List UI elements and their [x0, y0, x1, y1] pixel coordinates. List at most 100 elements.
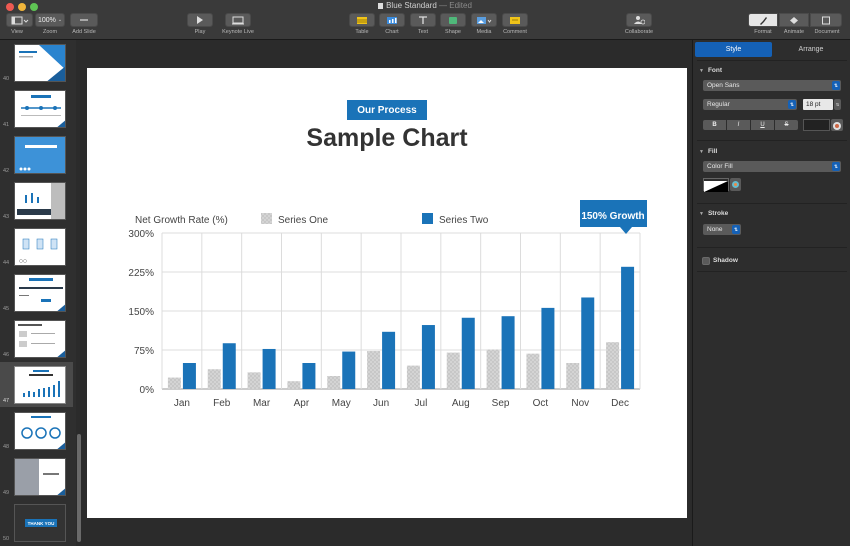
- bar-series-one[interactable]: [486, 349, 500, 389]
- zoom-select[interactable]: 100% ⌄: [35, 13, 65, 27]
- bar-series-two[interactable]: [222, 343, 236, 389]
- thumbnail-preview: [19, 45, 65, 81]
- tab-style[interactable]: Style: [695, 42, 772, 57]
- tab-arrange[interactable]: Arrange: [773, 42, 849, 57]
- add-slide-button[interactable]: [70, 13, 98, 27]
- slide-thumbnail[interactable]: [14, 182, 66, 220]
- table-icon: [357, 16, 367, 24]
- keynote-live-button[interactable]: [225, 13, 251, 27]
- play-button[interactable]: [187, 13, 213, 27]
- slide[interactable]: Our Process Sample Chart Jan Feb Mar Apr May…: [87, 68, 687, 518]
- divider: [697, 203, 847, 204]
- slide-thumbnail[interactable]: THANK YOU: [14, 504, 66, 542]
- font-style-select[interactable]: Regular ⇅: [703, 99, 797, 110]
- chart[interactable]: Jan Feb Mar Apr May Jun Jul Aug Sep Oct Nov Dec 300…: [87, 68, 687, 518]
- media-label: Media: [476, 29, 492, 35]
- toolbar: Blue Standard — Edited View 100% ⌄ Zoom …: [0, 0, 850, 40]
- fill-color-swatch[interactable]: [703, 178, 729, 192]
- document-button[interactable]: [810, 13, 842, 27]
- slide-thumbnail[interactable]: [14, 458, 66, 496]
- popup-arrows-icon: ⇅: [832, 81, 840, 90]
- format-button[interactable]: [748, 13, 778, 27]
- view-icon: [11, 16, 28, 24]
- format-label: Format: [754, 29, 772, 35]
- slide-number: 44: [3, 260, 10, 266]
- italic-button[interactable]: I: [727, 120, 750, 130]
- view-button[interactable]: [6, 13, 33, 27]
- bar-series-one[interactable]: [406, 365, 420, 389]
- stroke-section-heading[interactable]: ▼ Stroke: [699, 210, 728, 217]
- thumbnail-preview: [17, 183, 65, 219]
- slide-thumbnail[interactable]: [14, 412, 66, 450]
- bar-series-one[interactable]: [207, 369, 221, 389]
- bar-series-one[interactable]: [606, 342, 620, 389]
- bar-series-two[interactable]: [581, 297, 595, 389]
- bar-series-two[interactable]: [501, 316, 515, 389]
- fill-color-wheel-button[interactable]: [730, 178, 741, 191]
- bar-series-two[interactable]: [621, 266, 635, 389]
- slide-thumbnail[interactable]: [14, 90, 66, 128]
- x-tick-label: May: [332, 398, 351, 409]
- slide-thumbnail[interactable]: [14, 44, 66, 82]
- text-button[interactable]: [410, 13, 436, 27]
- thumbnail-preview: [15, 459, 65, 495]
- font-family-select[interactable]: Open Sans ⇅: [703, 80, 841, 91]
- y-tick-label: 150%: [128, 307, 154, 318]
- bar-series-one[interactable]: [566, 363, 580, 389]
- slide-thumbnail[interactable]: [14, 228, 66, 266]
- divider: [697, 140, 847, 141]
- comment-button[interactable]: [502, 13, 528, 27]
- bar-series-two[interactable]: [262, 348, 276, 389]
- bar-series-two[interactable]: [302, 363, 316, 389]
- document-icon: [378, 3, 384, 9]
- chart-button[interactable]: [379, 13, 405, 27]
- text-icon: [419, 15, 427, 24]
- table-button[interactable]: [349, 13, 375, 27]
- font-section-heading[interactable]: ▼ Font: [699, 67, 722, 74]
- bar-series-one[interactable]: [327, 376, 341, 389]
- stroke-type-select[interactable]: None ⇅: [703, 224, 741, 235]
- bar-series-two[interactable]: [382, 331, 396, 389]
- bar-series-one[interactable]: [526, 353, 540, 389]
- bar-series-one[interactable]: [287, 381, 301, 389]
- bar-series-two[interactable]: [182, 363, 196, 389]
- slide-thumbnail[interactable]: [14, 320, 66, 358]
- slide-thumbnail-selected[interactable]: [14, 366, 66, 404]
- growth-callout[interactable]: 150% Growth: [580, 200, 647, 234]
- zoom-label: Zoom: [42, 29, 58, 35]
- bold-button[interactable]: B: [703, 120, 726, 130]
- document-icon: [822, 16, 830, 24]
- keynote-window: Blue Standard — Edited View 100% ⌄ Zoom …: [0, 0, 850, 546]
- bar-series-two[interactable]: [342, 351, 356, 389]
- comment-icon: [510, 16, 520, 24]
- x-tick-label: Jun: [373, 398, 389, 409]
- color-wheel-icon: [833, 122, 841, 130]
- strikethrough-button[interactable]: S: [775, 120, 798, 130]
- y-tick-label: 300%: [128, 229, 154, 240]
- slide-thumbnail[interactable]: [14, 136, 66, 174]
- bar-series-two[interactable]: [421, 325, 435, 389]
- bar-series-two[interactable]: [461, 317, 475, 389]
- text-color-well[interactable]: [831, 119, 843, 131]
- bar-series-two[interactable]: [541, 307, 555, 389]
- font-size-stepper[interactable]: ⇅: [834, 99, 841, 110]
- legend-label-series-two: Series Two: [439, 215, 489, 226]
- bar-series-one[interactable]: [367, 351, 381, 389]
- bar-series-one[interactable]: [446, 352, 460, 389]
- slide-thumbnail[interactable]: [14, 274, 66, 312]
- media-button[interactable]: [471, 13, 497, 27]
- fill-type-select[interactable]: Color Fill ⇅: [703, 161, 841, 172]
- shape-button[interactable]: [440, 13, 466, 27]
- bar-series-one[interactable]: [247, 372, 261, 389]
- legend-swatch-series-one: [261, 213, 272, 224]
- bar-series-one[interactable]: [167, 377, 181, 389]
- font-size-field[interactable]: 18 pt: [803, 99, 833, 110]
- fill-section-heading[interactable]: ▼ Fill: [699, 148, 717, 155]
- animate-button[interactable]: [779, 13, 809, 27]
- shadow-checkbox[interactable]: [702, 257, 710, 265]
- x-tick-label: Apr: [294, 398, 310, 409]
- collaborate-button[interactable]: [626, 13, 652, 27]
- text-color-swatch[interactable]: [803, 119, 830, 131]
- thumbnail-preview: [19, 278, 65, 311]
- underline-button[interactable]: U: [751, 120, 774, 130]
